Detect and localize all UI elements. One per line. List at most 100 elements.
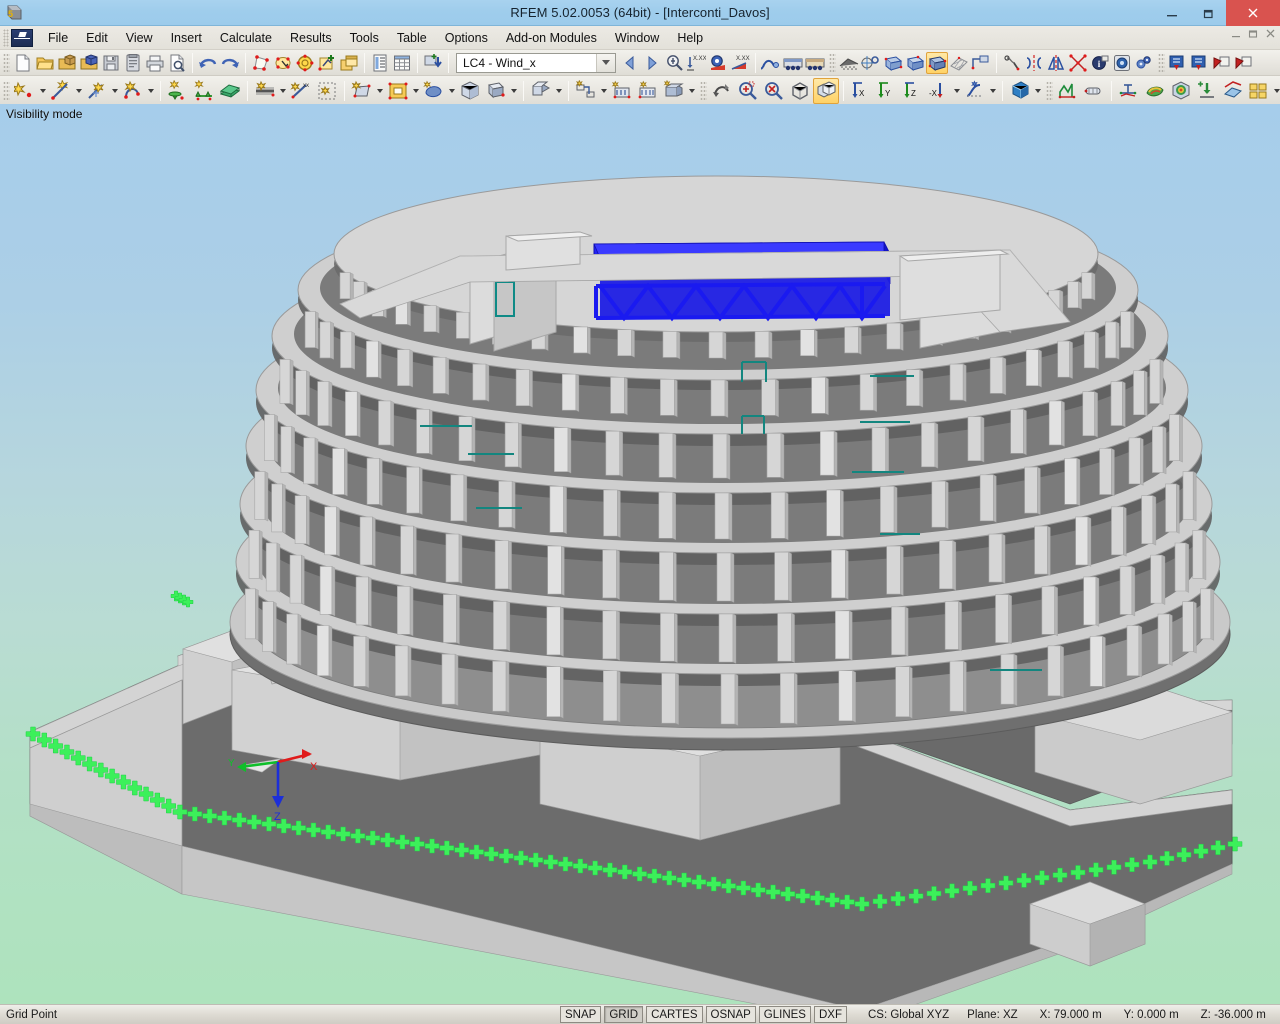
export-red-1-icon[interactable] — [1211, 52, 1233, 74]
grid-snap-icon[interactable] — [838, 52, 860, 74]
new-member-icon[interactable] — [252, 78, 278, 104]
workplane-icon[interactable] — [970, 52, 992, 74]
menu-item-options[interactable]: Options — [436, 28, 497, 48]
nodal-load-icon[interactable] — [528, 78, 554, 104]
print-icon[interactable] — [144, 52, 166, 74]
select-objects-icon[interactable] — [250, 52, 272, 74]
new-object-icon[interactable] — [457, 78, 483, 104]
menu-item-help[interactable]: Help — [668, 28, 712, 48]
select-circle-icon[interactable] — [294, 52, 316, 74]
maximize-button[interactable] — [1190, 0, 1226, 26]
table-grid-icon[interactable] — [391, 52, 413, 74]
mdi-restore-icon[interactable] — [1248, 28, 1259, 42]
new-cross-section-dropdown[interactable] — [509, 80, 519, 102]
toolbar-grip-handle[interactable] — [3, 81, 10, 101]
toolbar-grip-handle[interactable] — [700, 81, 707, 101]
next-load-case-icon[interactable] — [641, 52, 663, 74]
status-toggle-osnap[interactable]: OSNAP — [706, 1006, 756, 1023]
status-toggle-snap[interactable]: SNAP — [560, 1006, 601, 1023]
result-windows-icon[interactable] — [1246, 78, 1272, 104]
menu-item-table[interactable]: Table — [388, 28, 436, 48]
new-material-icon[interactable] — [217, 78, 243, 104]
menu-grip-handle[interactable] — [3, 29, 9, 47]
new-line-dropdown[interactable] — [74, 80, 84, 102]
toolbar-grip-handle[interactable] — [1158, 53, 1165, 73]
toolbar-grip-handle[interactable] — [1046, 81, 1053, 101]
menu-item-file[interactable]: File — [39, 28, 77, 48]
building-model-3d[interactable]: X Y Z — [0, 104, 1280, 1004]
result-windows-dropdown[interactable] — [1272, 80, 1280, 102]
member-load-icon[interactable] — [573, 78, 599, 104]
show-results-icon[interactable] — [707, 52, 729, 74]
new-member-region-icon[interactable] — [314, 78, 340, 104]
member-load-dropdown[interactable] — [599, 80, 609, 102]
menu-item-window[interactable]: Window — [606, 28, 668, 48]
mdi-close-icon[interactable] — [1265, 28, 1276, 42]
results-diagram-icon[interactable] — [804, 52, 826, 74]
menu-item-tools[interactable]: Tools — [341, 28, 388, 48]
copy-selection-icon[interactable] — [338, 52, 360, 74]
minimize-button[interactable] — [1154, 0, 1190, 26]
measure-icon[interactable] — [1001, 52, 1023, 74]
visibility-dropdown[interactable] — [1033, 80, 1043, 102]
prev-load-case-icon[interactable] — [619, 52, 641, 74]
new-line-icon[interactable] — [48, 78, 74, 104]
view-neg-x-icon[interactable]: -X — [926, 78, 952, 104]
solid-results-icon[interactable] — [1168, 78, 1194, 104]
results-table-icon[interactable] — [782, 52, 804, 74]
new-support-icon[interactable] — [165, 78, 191, 104]
member-results-icon[interactable] — [1055, 78, 1081, 104]
menu-item-calculate[interactable]: Calculate — [211, 28, 281, 48]
new-solid-icon[interactable] — [421, 78, 447, 104]
deformation-dropdown[interactable] — [988, 80, 998, 102]
snap-point-icon[interactable] — [860, 52, 882, 74]
surface-results-icon[interactable] — [1116, 78, 1142, 104]
pan-icon[interactable] — [709, 78, 735, 104]
open-file-icon[interactable] — [34, 52, 56, 74]
new-polyline-dropdown[interactable] — [146, 80, 156, 102]
generate-load-dropdown[interactable] — [687, 80, 697, 102]
color-results-icon[interactable] — [1142, 78, 1168, 104]
zoom-out-icon[interactable] — [761, 78, 787, 104]
grid-display-icon[interactable] — [948, 52, 970, 74]
member-diagram-icon[interactable] — [1081, 78, 1107, 104]
new-dimension-dropdown[interactable] — [110, 80, 120, 102]
mirror-icon[interactable] — [1045, 52, 1067, 74]
view-dropdown[interactable] — [952, 80, 962, 102]
new-surface-icon[interactable] — [349, 78, 375, 104]
new-line-support-icon[interactable] — [191, 78, 217, 104]
new-polyline-icon[interactable] — [120, 78, 146, 104]
chevron-down-icon[interactable] — [596, 54, 615, 72]
export-red-2-icon[interactable] — [1233, 52, 1255, 74]
model-viewport[interactable]: Visibility mode — [0, 104, 1280, 1004]
new-opening-icon[interactable] — [385, 78, 411, 104]
show-loads-icon[interactable] — [663, 52, 685, 74]
view-y-icon[interactable]: Y — [874, 78, 900, 104]
render-transparent-icon[interactable] — [926, 52, 948, 74]
deformation-icon[interactable] — [962, 78, 988, 104]
result-values-icon[interactable]: X.XX — [729, 52, 751, 74]
status-toggle-glines[interactable]: GLINES — [759, 1006, 811, 1023]
printout-report-2-icon[interactable] — [1189, 52, 1211, 74]
menu-item-view[interactable]: View — [117, 28, 162, 48]
status-toggle-dxf[interactable]: DXF — [814, 1006, 847, 1023]
print-preview-icon[interactable] — [166, 52, 188, 74]
surface-load-icon[interactable] — [609, 78, 635, 104]
table-list-icon[interactable] — [369, 52, 391, 74]
printout-report-1-icon[interactable] — [1167, 52, 1189, 74]
new-opening-dropdown[interactable] — [411, 80, 421, 102]
import-icon[interactable] — [78, 52, 100, 74]
new-member-xx-icon[interactable]: xx — [288, 78, 314, 104]
section-results-icon[interactable] — [1220, 78, 1246, 104]
mdi-minimize-icon[interactable] — [1231, 28, 1242, 42]
view-z-icon[interactable]: Z — [900, 78, 926, 104]
load-values-icon[interactable]: X.XX — [685, 52, 707, 74]
render-solid-icon[interactable] — [904, 52, 926, 74]
status-toggle-cartes[interactable]: CARTES — [646, 1006, 702, 1023]
free-load-icon[interactable] — [635, 78, 661, 104]
save-icon[interactable] — [100, 52, 122, 74]
calculate-icon[interactable] — [760, 52, 782, 74]
mirror-vertical-icon[interactable] — [1023, 52, 1045, 74]
visibility-icon[interactable] — [1007, 78, 1033, 104]
new-member-dropdown[interactable] — [278, 80, 288, 102]
